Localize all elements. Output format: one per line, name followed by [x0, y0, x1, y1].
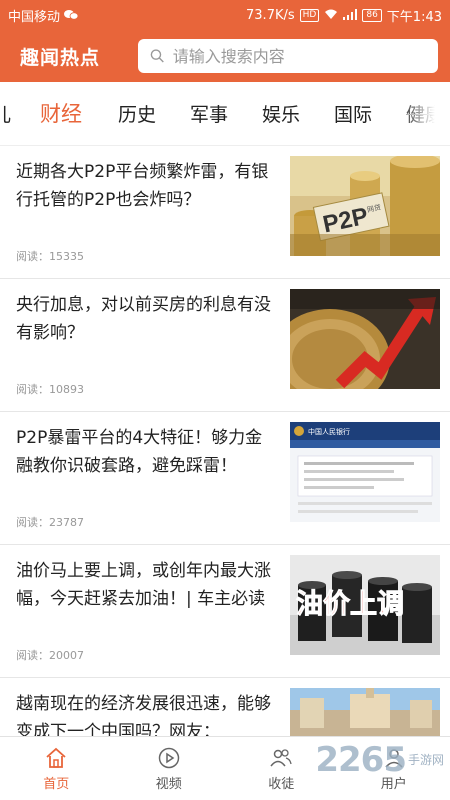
user-icon — [385, 748, 403, 768]
play-icon — [158, 747, 179, 768]
news-item[interactable]: P2P暴雷平台的4大特征！够力金融教你识破套路，避免踩雷！ 阅读：23787 中… — [0, 412, 450, 545]
read-count: 阅读：10893 — [16, 383, 84, 396]
tab-history[interactable]: 历史 — [118, 100, 156, 127]
news-item[interactable]: 近期各大P2P平台频繁炸雷，有银行托管的P2P也会炸吗？ 阅读：15335 P2… — [0, 146, 450, 279]
hd-badge: HD — [299, 8, 320, 22]
news-title[interactable]: 越南现在的经济发展很迅速，能够变成下一个中国吗？网友： — [16, 690, 278, 736]
tab-military[interactable]: 军事 — [190, 100, 228, 127]
nav-apprentice[interactable]: 收徒 — [225, 737, 338, 800]
search-icon — [150, 49, 164, 63]
app-title: 趣闻热点 — [20, 46, 101, 69]
home-icon — [46, 747, 66, 768]
tab-partial[interactable]: 儿 — [0, 100, 11, 127]
signal-icon — [343, 8, 358, 22]
news-title[interactable]: 近期各大P2P平台频繁炸雷，有银行托管的P2P也会炸吗？ — [16, 158, 278, 214]
read-count: 阅读：20007 — [16, 649, 84, 662]
clock: 下午1:43 — [386, 9, 442, 25]
wechat-icon — [64, 9, 79, 22]
tab-international[interactable]: 国际 — [334, 100, 372, 127]
news-item[interactable]: 油价马上要上调，或创年内最大涨幅，今天赶紧去加油！| 车主必读 阅读：20007… — [0, 545, 450, 678]
nav-apprentice-label: 收徒 — [268, 776, 295, 792]
news-thumbnail[interactable]: 油价上调 — [290, 555, 440, 655]
app-screen: 中国移动 73.7K/s HD 86 下午1:43 趣闻热点 儿 财经 — [0, 0, 450, 800]
tab-entertainment[interactable]: 娱乐 — [262, 100, 300, 127]
nav-video[interactable]: 视频 — [113, 737, 226, 800]
status-bar: 中国移动 73.7K/s HD 86 下午1:43 — [0, 0, 450, 30]
nav-home[interactable]: 首页 — [0, 737, 113, 800]
news-title[interactable]: P2P暴雷平台的4大特征！够力金融教你识破套路，避免踩雷！ — [16, 424, 278, 480]
network-speed: 73.7K/s — [246, 7, 295, 23]
news-title[interactable]: 央行加息，对以前买房的利息有没有影响？ — [16, 291, 278, 347]
news-item[interactable]: 央行加息，对以前买房的利息有没有影响？ 阅读：10893 — [0, 279, 450, 412]
thumb-text: 油价上调 — [296, 589, 404, 620]
search-input[interactable] — [172, 46, 426, 66]
people-icon — [270, 748, 292, 766]
news-thumbnail[interactable] — [290, 289, 440, 389]
tabs-fade — [400, 82, 450, 145]
news-thumbnail[interactable] — [290, 688, 440, 736]
carrier-group: 中国移动 — [8, 6, 79, 25]
search-box[interactable] — [138, 39, 438, 73]
news-title[interactable]: 油价马上要上调，或创年内最大涨幅，今天赶紧去加油！| 车主必读 — [16, 557, 278, 613]
news-item[interactable]: 越南现在的经济发展很迅速，能够变成下一个中国吗？网友： — [0, 678, 450, 736]
p2p-coins-image: P2P 网贷 — [290, 156, 440, 256]
bank-website-screenshot-image: 中国人民银行 — [290, 422, 440, 522]
nav-user[interactable]: 用户 — [338, 737, 450, 800]
status-right-group: 73.7K/s HD 86 下午1:43 — [246, 6, 442, 25]
wifi-icon — [324, 9, 338, 22]
battery-indicator: 86 — [362, 8, 382, 22]
carrier-label: 中国移动 — [8, 9, 61, 25]
nav-video-label: 视频 — [155, 776, 182, 792]
category-tabs: 儿 财经 历史 军事 娱乐 国际 健康 — [0, 82, 450, 146]
news-thumbnail[interactable]: P2P 网贷 — [290, 156, 440, 256]
tab-finance[interactable]: 财经 — [40, 98, 82, 128]
vietnam-city-image — [290, 688, 440, 736]
app-header: 趣闻热点 — [0, 30, 450, 82]
read-count: 阅读：15335 — [16, 250, 84, 263]
oil-barrels-image: 油价上调 — [290, 555, 440, 655]
nav-home-label: 首页 — [43, 776, 70, 792]
bottom-nav: 首页 视频 收徒 用户 — [0, 736, 450, 800]
thumb-text: 中国人民银行 — [308, 427, 350, 436]
read-count: 阅读：23787 — [16, 516, 84, 529]
news-feed[interactable]: 近期各大P2P平台频繁炸雷，有银行托管的P2P也会炸吗？ 阅读：15335 P2… — [0, 146, 450, 736]
rising-arrow-coin-image — [290, 289, 440, 389]
nav-user-label: 用户 — [380, 776, 407, 792]
news-thumbnail[interactable]: 中国人民银行 — [290, 422, 440, 522]
